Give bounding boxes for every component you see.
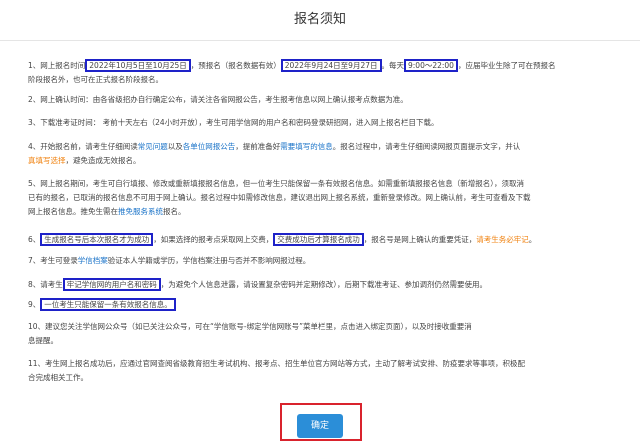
notice-line: 5、网上报名期间，考生可自行填报、修改或重新填报报名信息，但一位考生只能保留一条… (28, 177, 618, 191)
highlighted-text: 生成报名号后本次报名才为成功 (40, 233, 154, 246)
dialog-title: 报名须知 (293, 12, 346, 27)
notice-item-3: 3、下载准考证时间： 考前十天左右（24小时开放），考生可用学信网的用户名和密码… (28, 116, 618, 130)
notice-text: ，为避免个人信息泄露，请设置复杂密码并定期修改），后期下载准考证、参加调剂仍然需… (160, 280, 488, 289)
notice-item-5: 5、网上报名期间，考生可自行填报、修改或重新填报报名信息，但一位考生只能保留一条… (28, 177, 618, 219)
notice-line: 7、考生可登录学信档案验证本人学籍或学历，学信档案注册与否并不影响网报过程。 (28, 254, 618, 268)
notice-line: 已有的报名，已取消的报名信息不可用于网上确认。报名过程中如需修改信息，建议退出网… (28, 191, 618, 205)
notice-text: 。每天 (381, 61, 405, 70)
notice-text: 。报名过程中， (332, 142, 386, 151)
notice-warning-text: 真填写选择 (28, 156, 66, 165)
notice-text: 11、考生网上报名成功后，应通过官网查阅省级教育招生考试机构、报考点、招生单位官… (28, 359, 526, 368)
notice-line: 真填写选择，避免造成无效报名。 (28, 154, 618, 168)
notice-text: 请考生仔细阅读网报页面提示文字，并认 (385, 142, 521, 151)
notice-text: 10、建议您关注学信网公众号（如已关注公众号，可在“学信账号-绑定学信网账号”菜… (28, 322, 472, 331)
notice-item-6: 6、 生成报名号后本次报名才为成功 ，如果选择的报考点采取网上交费， 交费成功后才算报… (28, 233, 618, 247)
notice-text: 8、请考生 (28, 280, 63, 289)
highlighted-text: 牢记学信网的用户名和密码 (62, 278, 161, 291)
notice-text: 2、网上确认时间：由各省级招办自行确定公布，请关注各省网报公告，考生报考信息以网… (28, 95, 408, 104)
notice-line: 息提醒。 (28, 334, 618, 348)
notice-text: ，提前准备好 (235, 142, 281, 151)
notice-line: 合完成相关工作。 (28, 371, 618, 385)
notice-line: 阶段报名外，也可在正式报名阶段报名。 (28, 73, 618, 87)
notice-text: 阶段报名外，也可在正式报名阶段报名。 (28, 75, 163, 84)
notice-line: 10、建议您关注学信网公众号（如已关注公众号，可在“学信账号-绑定学信网账号”菜… (28, 320, 618, 334)
highlighted-text: 9:00～22:00 (404, 59, 458, 72)
notice-text: 5、网上报名期间，考生可自行填报、修改或重新填报报名信息，但一位考生只能保留一条… (28, 179, 525, 188)
notice-text: ，避免造成无效报名。 (65, 156, 141, 165)
notice-text: 报名。 (163, 207, 186, 216)
notice-line: 2、网上确认时间：由各省级招办自行确定公布，请关注各省网报公告，考生报考信息以网… (28, 93, 618, 107)
notice-text: ，报名号是网上确认的重要凭证， (363, 235, 477, 244)
notice-line: 11、考生网上报名成功后，应通过官网查阅省级教育招生考试机构、报考点、招生单位官… (28, 357, 618, 371)
highlighted-text: 交费成功后才算报名成功 (273, 233, 364, 246)
notice-link[interactable]: 学信档案 (78, 256, 108, 265)
notice-line: 4、开始报名前，请考生仔细阅读常见问题以及各单位网报公告，提前准备好需要填写的信… (28, 140, 618, 154)
notice-text: 3、下载准考证时间： 考前十天左右（24小时开放），考生可用学信网的用户名和密码… (28, 118, 439, 127)
notice-item-11: 11、考生网上报名成功后，应通过官网查阅省级教育招生考试机构、报考点、招生单位官… (28, 357, 618, 385)
notice-warning-text: 请考生务必牢记 (476, 235, 529, 244)
notice-item-8: 8、请考生 牢记学信网的用户名和密码 ，为避免个人信息泄露，请设置复杂密码并定期修改… (28, 278, 618, 292)
notice-line: 3、下载准考证时间： 考前十天左右（24小时开放），考生可用学信网的用户名和密码… (28, 116, 618, 130)
notice-text: 9、 (28, 300, 41, 309)
notice-text: 。 (528, 235, 537, 244)
notice-link[interactable]: 推免服务系统 (118, 207, 163, 216)
notice-text: 合完成相关工作。 (28, 373, 88, 382)
notice-text: 6、 (28, 235, 41, 244)
notice-text: ，应届毕业生除了可在预报名 (457, 61, 556, 70)
notice-text: 息提醒。 (28, 336, 58, 345)
notice-text: 已有的报名，已取消的报名信息不可用于网上确认。报名过程中如需修改信息，建议退出网… (28, 193, 531, 202)
notice-link[interactable]: 常见问题 (138, 142, 168, 151)
notice-line: 网上报名信息。推免生需在推免服务系统报名。 (28, 205, 618, 219)
highlighted-text: 2022年9月24日至9月27日 (280, 59, 382, 72)
notice-text: 1、网上报名时间 (28, 61, 86, 70)
notice-text: 以及 (167, 142, 183, 151)
notice-item-1: 1、网上报名时间 2022年10月5日至10月25日 ，预报名（报名数据有效） 202… (28, 59, 618, 87)
highlighted-text: 一位考生只能保留一条有效报名信息。 (40, 298, 176, 311)
notice-item-10: 10、建议您关注学信网公众号（如已关注公众号，可在“学信账号-绑定学信网账号”菜… (28, 320, 618, 348)
notice-item-2: 2、网上确认时间：由各省级招办自行确定公布，请关注各省网报公告，考生报考信息以网… (28, 93, 618, 107)
notice-link[interactable]: 需要填写的信息 (280, 142, 333, 151)
notice-line: 6、 生成报名号后本次报名才为成功 ，如果选择的报考点采取网上交费， 交费成功后才算报… (28, 233, 618, 247)
notice-text: ，如果选择的报考点采取网上交费， (153, 235, 274, 244)
notice-line: 1、网上报名时间 2022年10月5日至10月25日 ，预报名（报名数据有效） 202… (28, 59, 618, 73)
dialog-header: 报名须知 (0, 0, 640, 41)
notice-line: 9、 一位考生只能保留一条有效报名信息。 (28, 298, 618, 312)
notice-item-7: 7、考生可登录学信档案验证本人学籍或学历，学信档案注册与否并不影响网报过程。 (28, 254, 618, 268)
notice-line: 8、请考生 牢记学信网的用户名和密码 ，为避免个人信息泄露，请设置复杂密码并定期修改… (28, 278, 618, 292)
notice-item-9: 9、 一位考生只能保留一条有效报名信息。 (28, 298, 618, 312)
confirm-button[interactable]: 确定 (297, 414, 343, 438)
highlighted-text: 2022年10月5日至10月25日 (85, 59, 191, 72)
notice-text: 4、开始报名前，请考生仔细阅读 (28, 142, 138, 151)
notice-link[interactable]: 各单位网报公告 (183, 142, 236, 151)
notice-text: 7、考生可登录 (28, 256, 78, 265)
notice-text: ，预报名（报名数据有效） (190, 61, 281, 70)
notice-text: 验证本人学籍或学历，学信档案注册与否并不影响网报过程。 (107, 256, 311, 265)
notice-text: 网上报名信息。推免生需在 (28, 207, 118, 216)
notice-item-4: 4、开始报名前，请考生仔细阅读常见问题以及各单位网报公告，提前准备好需要填写的信… (28, 140, 618, 168)
